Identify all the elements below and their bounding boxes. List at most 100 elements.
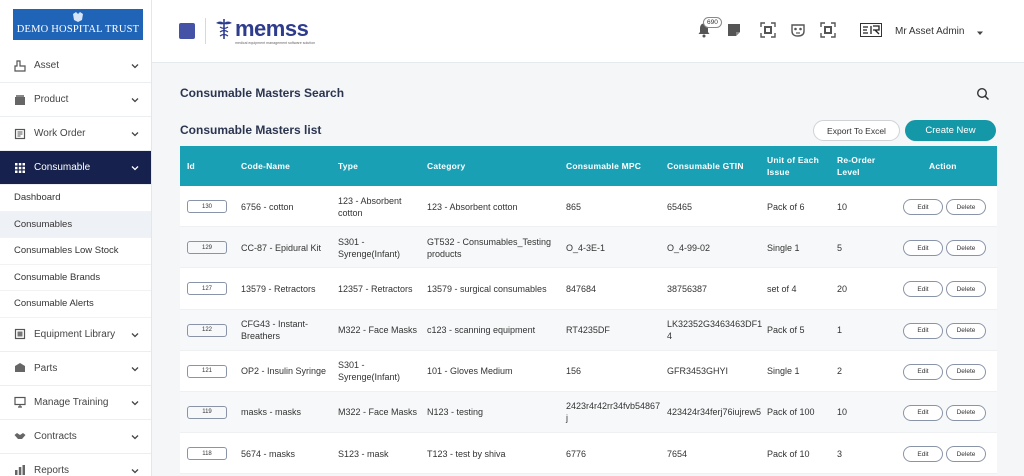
parts-icon [15,363,25,372]
cell-gtin: 65465 [667,201,693,212]
cell-gtin: O_4-99-02 [667,242,711,253]
sidebar-item-label: Product [34,94,69,105]
menu-toggle-button[interactable] [179,23,195,39]
export-to-excel-button[interactable]: Export To Excel [813,120,900,141]
sidebar-item-equipment-library[interactable]: Equipment Library [0,318,151,352]
cell-gtin: 7654 [667,448,688,459]
sidebar-item-label: Equipment Library [34,328,116,340]
cell-type: S301 - Syrenge(Infant) [338,360,401,383]
edit-button[interactable]: Edit [903,446,943,463]
sidebar-item-parts[interactable]: Parts [0,352,151,386]
memss-logo[interactable]: memss medical equipment management softw… [214,14,324,48]
table-row: 129 CC-87 - Epidural Kit S301 - Syrenge(In… [180,227,997,269]
sidebar-item-asset[interactable]: Asset [0,49,151,83]
sidebar-subitem-consumables[interactable]: Consumables [0,211,151,238]
asset-icon [14,59,26,72]
id-pill[interactable]: 121 [187,364,227,378]
id-pill[interactable]: 129 [187,241,227,255]
table-body: 130 6756 - cotton 123 - Absorbent cotton 12… [180,186,997,475]
cell-category: 123 - Absorbent cotton [427,201,518,212]
mask-icon[interactable] [790,22,806,38]
user-name[interactable]: Mr Asset Admin [895,26,964,37]
search-icon[interactable] [976,87,990,101]
id-pill[interactable]: 118 [187,447,227,461]
chevron-down-icon [131,64,139,69]
cell-unit: set of 4 [767,283,797,294]
delete-button[interactable]: Delete [946,281,986,298]
sidebar-item-label: Work Order [34,128,86,139]
edit-button[interactable]: Edit [903,404,943,421]
delete-button[interactable]: Delete [946,363,986,380]
cell-unit: Single 1 [767,242,800,253]
caret-down-icon[interactable] [977,31,983,36]
table-header: Id Code-Name Type Category Consumable MP… [180,146,997,186]
sidebar-subitem-consumable-alerts[interactable]: Consumable Alerts [0,291,151,318]
table-row: 130 6756 - cotton 123 - Absorbent cotton 12… [180,186,997,228]
column-header-type[interactable]: Type [338,146,418,186]
logo-wordmark: memss [235,16,309,41]
sidebar-item-consumable[interactable]: Consumable [0,151,151,185]
edit-button[interactable]: Edit [903,281,943,298]
edit-button[interactable]: Edit [903,363,943,380]
delete-button[interactable]: Delete [946,446,986,463]
delete-button[interactable]: Delete [946,240,986,257]
delete-button[interactable]: Delete [946,199,986,215]
caduceus-icon [216,19,232,39]
create-new-button[interactable]: Create New [905,120,996,141]
sidebar-subitem-dashboard[interactable]: Dashboard [0,185,151,212]
cell-code-name: 13579 - Retractors [241,283,316,294]
barcode-scan-icon[interactable] [760,22,776,38]
edit-button[interactable]: Edit [903,240,943,257]
id-pill[interactable]: 130 [187,200,227,213]
sidebar-item-label: Parts [34,362,58,374]
column-header-reorder[interactable]: Re-Order Level [837,146,895,186]
delete-button[interactable]: Delete [946,404,986,421]
table-row: 118 5674 - masks S123 - mask T123 - test by… [180,433,997,475]
edit-button[interactable]: Edit [903,199,943,215]
work-order-icon [14,128,26,139]
sidebar-subitem-label: Dashboard [14,192,61,204]
sidebar-item-work-order[interactable]: Work Order [0,117,151,151]
cell-type: 12357 - Retractors [338,283,413,294]
chevron-down-icon [131,166,139,171]
column-header-category[interactable]: Category [427,146,557,186]
list-title: Consumable Masters list [180,123,322,137]
cell-unit: Single 1 [767,366,800,377]
column-header-mpc[interactable]: Consumable MPC [566,146,661,186]
cell-id: 129 [180,227,227,268]
column-header-code-name[interactable]: Code-Name [241,146,331,186]
edit-button[interactable]: Edit [903,322,943,339]
qr-scan-icon[interactable] [820,22,836,38]
sidebar-item-product[interactable]: Product [0,83,151,117]
sidebar-subitem-label: Consumable Brands [14,271,101,283]
cell-gtin: 423424r34ferj76iujrew5 [667,407,762,418]
cell-gtin: LK32352G3463463DF14 [667,319,763,342]
logo-tagline: medical equipment management software so… [235,41,316,45]
sidebar-subitem-consumables-low-stock[interactable]: Consumables Low Stock [0,238,151,265]
cell-reorder: 5 [837,242,843,253]
logo-divider [205,18,206,44]
crest-icon [73,12,83,22]
column-header-unit[interactable]: Unit of Each Issue [767,146,829,186]
cell-code-name: OP2 - Insulin Syringe [241,366,327,377]
sidebar-item-reports[interactable]: Reports [0,454,151,476]
id-pill[interactable]: 127 [187,282,227,296]
hospital-brand-logo[interactable]: DEMO HOSPITAL TRUST [13,9,143,40]
cell-type: S123 - mask [338,448,389,459]
delete-button[interactable]: Delete [946,322,986,339]
cell-mpc: 865 [566,201,582,212]
sidebar-item-contracts[interactable]: Contracts [0,420,151,454]
column-header-id[interactable]: Id [187,146,227,186]
sticky-note-icon[interactable] [726,22,742,38]
page-title: Consumable Masters Search [180,86,345,100]
cell-code-name: 6756 - cotton [241,201,294,212]
table-row: 121 OP2 - Insulin Syringe S301 - Syrenge(I… [180,351,997,392]
id-pill[interactable]: 122 [187,323,227,337]
table-row: 127 13579 - Retractors 12357 - Retractors 1… [180,268,997,310]
id-pill[interactable]: 119 [187,405,227,419]
column-header-gtin[interactable]: Consumable GTIN [667,146,762,186]
user-avatar-icon[interactable] [860,23,882,37]
cell-category: N123 - testing [427,407,484,418]
sidebar-subitem-consumable-brands[interactable]: Consumable Brands [0,265,151,291]
sidebar-item-manage-training[interactable]: Manage Training [0,386,151,420]
